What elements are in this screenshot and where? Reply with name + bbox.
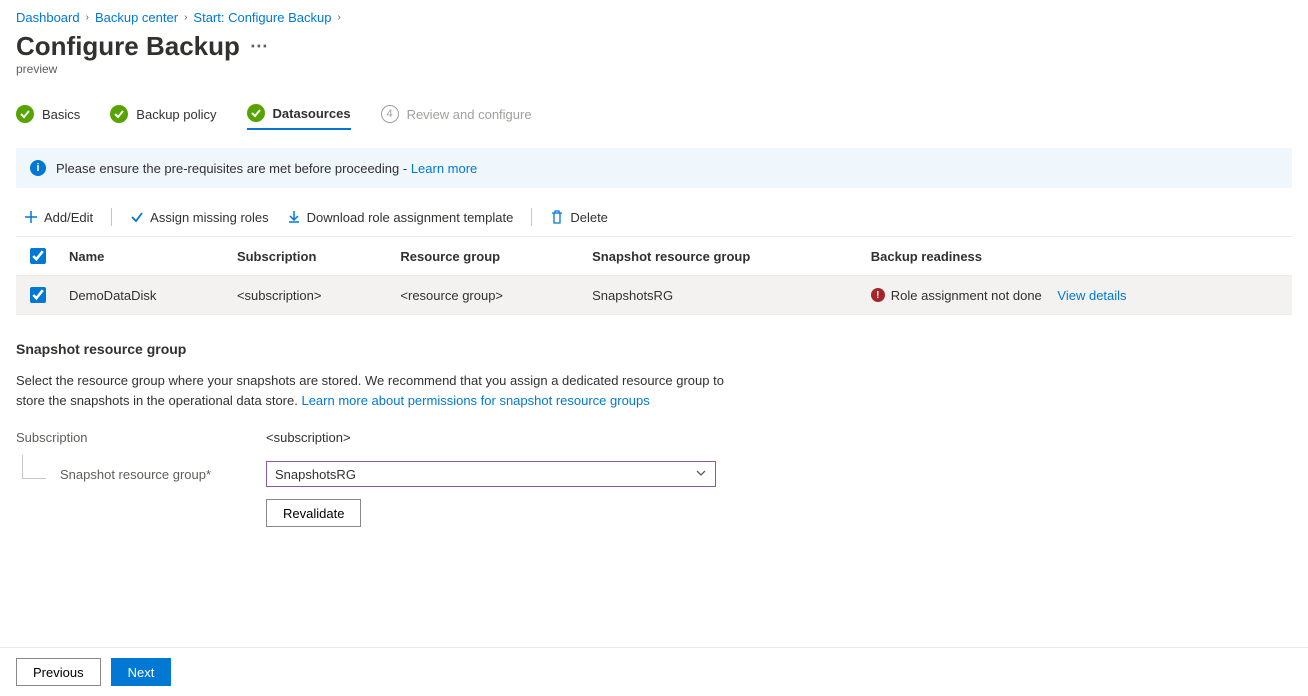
info-banner: i Please ensure the pre-requisites are m… bbox=[16, 148, 1292, 188]
col-readiness[interactable]: Backup readiness bbox=[861, 237, 1292, 276]
select-value: SnapshotsRG bbox=[275, 467, 356, 482]
button-label: Delete bbox=[570, 210, 608, 225]
col-snapshot-rg[interactable]: Snapshot resource group bbox=[582, 237, 861, 276]
step-label: Review and configure bbox=[407, 107, 532, 122]
download-template-button[interactable]: Download role assignment template bbox=[287, 210, 514, 225]
cell-resource-group: <resource group> bbox=[390, 276, 582, 315]
subscription-value: <subscription> bbox=[266, 430, 351, 445]
view-details-link[interactable]: View details bbox=[1057, 288, 1126, 303]
next-button[interactable]: Next bbox=[111, 658, 172, 686]
readiness-text: Role assignment not done bbox=[891, 288, 1042, 303]
revalidate-button[interactable]: Revalidate bbox=[266, 499, 361, 527]
chevron-down-icon bbox=[695, 467, 707, 482]
cell-name: DemoDataDisk bbox=[59, 276, 227, 315]
previous-button[interactable]: Previous bbox=[16, 658, 101, 686]
step-backup-policy[interactable]: Backup policy bbox=[110, 104, 216, 130]
breadcrumb-start-configure[interactable]: Start: Configure Backup bbox=[193, 10, 331, 25]
chevron-right-icon: › bbox=[86, 12, 89, 23]
select-all-checkbox[interactable] bbox=[30, 248, 46, 264]
page-title: Configure Backup ⋯ bbox=[16, 31, 1292, 62]
plus-icon bbox=[24, 210, 38, 224]
step-label: Datasources bbox=[273, 106, 351, 121]
subscription-label: Subscription bbox=[16, 430, 266, 445]
col-name[interactable]: Name bbox=[59, 237, 227, 276]
breadcrumb: Dashboard › Backup center › Start: Confi… bbox=[16, 10, 1292, 25]
step-datasources[interactable]: Datasources bbox=[247, 104, 351, 130]
step-label: Backup policy bbox=[136, 107, 216, 122]
button-label: Download role assignment template bbox=[307, 210, 514, 225]
breadcrumb-backup-center[interactable]: Backup center bbox=[95, 10, 178, 25]
wizard-steps: Basics Backup policy Datasources 4 Revie… bbox=[16, 104, 1292, 130]
trash-icon bbox=[550, 210, 564, 224]
banner-learn-more[interactable]: Learn more bbox=[411, 161, 477, 176]
toolbar-separator bbox=[531, 208, 532, 226]
step-review: 4 Review and configure bbox=[381, 104, 532, 130]
step-basics[interactable]: Basics bbox=[16, 104, 80, 130]
delete-button[interactable]: Delete bbox=[550, 210, 608, 225]
info-icon: i bbox=[30, 160, 46, 176]
datasources-table: Name Subscription Resource group Snapsho… bbox=[16, 236, 1292, 315]
toolbar-separator bbox=[111, 208, 112, 226]
check-icon bbox=[16, 105, 34, 123]
chevron-right-icon: › bbox=[337, 12, 340, 23]
datasource-toolbar: Add/Edit Assign missing roles Download r… bbox=[16, 194, 1292, 236]
step-label: Basics bbox=[42, 107, 80, 122]
button-label: Add/Edit bbox=[44, 210, 93, 225]
step-number-icon: 4 bbox=[381, 105, 399, 123]
snapshot-rg-select[interactable]: SnapshotsRG bbox=[266, 461, 716, 487]
permissions-learn-more-link[interactable]: Learn more about permissions for snapsho… bbox=[301, 393, 649, 408]
more-actions-icon[interactable]: ⋯ bbox=[250, 36, 268, 57]
table-row[interactable]: DemoDataDisk <subscription> <resource gr… bbox=[16, 276, 1292, 315]
col-resource-group[interactable]: Resource group bbox=[390, 237, 582, 276]
button-label: Assign missing roles bbox=[150, 210, 269, 225]
add-edit-button[interactable]: Add/Edit bbox=[24, 210, 93, 225]
cell-snapshot-rg: SnapshotsRG bbox=[582, 276, 861, 315]
banner-text: Please ensure the pre-requisites are met… bbox=[56, 161, 411, 176]
snapshot-rg-section: Snapshot resource group Select the resou… bbox=[16, 341, 1292, 527]
error-icon: ! bbox=[871, 288, 885, 302]
page-subtitle: preview bbox=[16, 62, 1292, 76]
cell-subscription: <subscription> bbox=[227, 276, 390, 315]
section-heading: Snapshot resource group bbox=[16, 341, 1292, 357]
download-icon bbox=[287, 210, 301, 224]
col-subscription[interactable]: Subscription bbox=[227, 237, 390, 276]
section-description: Select the resource group where your sna… bbox=[16, 371, 736, 410]
check-icon bbox=[247, 104, 265, 122]
snapshot-rg-label: Snapshot resource group * bbox=[16, 467, 266, 482]
page-title-text: Configure Backup bbox=[16, 31, 240, 62]
breadcrumb-dashboard[interactable]: Dashboard bbox=[16, 10, 80, 25]
row-checkbox[interactable] bbox=[30, 287, 46, 303]
check-icon bbox=[130, 210, 144, 224]
wizard-footer: Previous Next bbox=[0, 647, 1308, 696]
check-icon bbox=[110, 105, 128, 123]
chevron-right-icon: › bbox=[184, 12, 187, 23]
assign-roles-button[interactable]: Assign missing roles bbox=[130, 210, 269, 225]
